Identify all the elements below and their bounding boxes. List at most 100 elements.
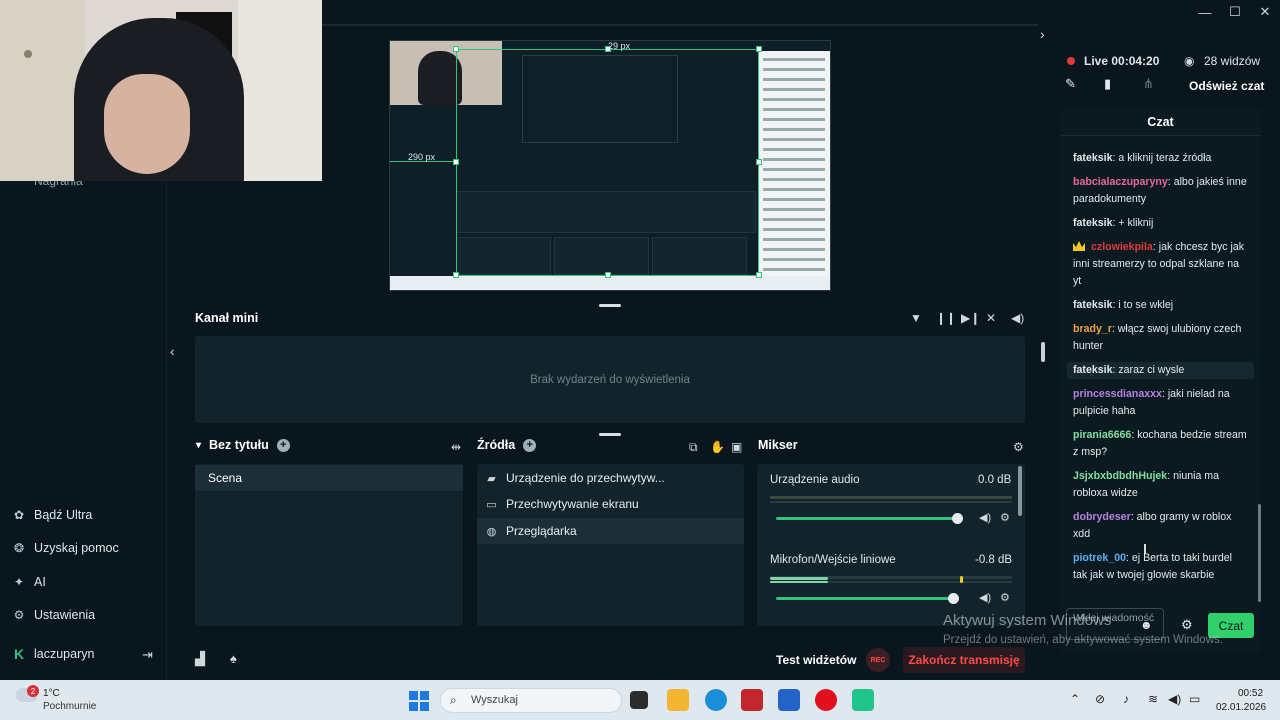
file-explorer-icon[interactable] (667, 689, 689, 711)
mute-alerts-icon[interactable]: ✕ (986, 311, 996, 325)
performance-icon[interactable]: ▟ (195, 651, 205, 667)
speaker-icon[interactable]: ◀) (979, 511, 991, 524)
sidebar-item-ai[interactable]: ✦ AI (12, 575, 46, 589)
chevron-right-icon[interactable]: › (1040, 26, 1045, 42)
clip-icon[interactable]: ▮ (1104, 76, 1111, 92)
source-item[interactable]: ◍ Przeglądarka (477, 518, 744, 544)
activation-watermark-title: Aktywuj system Windows (943, 612, 1112, 629)
chat-username[interactable]: princessdianaxxx (1073, 388, 1162, 400)
pause-icon[interactable]: ❙❙ (936, 311, 956, 325)
resize-handle[interactable] (453, 272, 459, 278)
opera-icon[interactable] (815, 689, 837, 711)
group-icon[interactable]: ✋ (710, 440, 725, 454)
add-source-icon[interactable]: + (523, 438, 537, 452)
chat-settings-icon[interactable]: ⚙ (1181, 617, 1193, 633)
stream-preview[interactable]: 29 px 290 px (389, 40, 831, 291)
volume-icon[interactable]: ◀) (1168, 692, 1181, 706)
speaker-icon[interactable]: ◀) (979, 591, 991, 604)
taskbar-search[interactable]: Wyszukaj (440, 688, 622, 713)
logout-icon[interactable]: ⇥ (142, 647, 153, 663)
resize-handle[interactable] (756, 272, 762, 278)
sidebar-item-ultra[interactable]: ✿ Bądź Ultra (12, 508, 92, 522)
scene-item[interactable]: Scena (195, 465, 463, 491)
mini-feed-title: Kanał mini (195, 311, 259, 325)
chevron-left-icon[interactable]: ‹ (170, 343, 175, 359)
share-icon[interactable]: ⋔ (1143, 76, 1154, 92)
emoji-icon[interactable]: ☻ (1140, 618, 1153, 632)
volume-slider-knob[interactable] (952, 513, 963, 524)
skip-icon[interactable]: ▶❙ (961, 311, 980, 325)
clock-date[interactable]: 02.01.2026 (1216, 702, 1266, 713)
microphone-icon[interactable]: ♪ (1123, 692, 1129, 706)
weather-temp[interactable]: 1°C (43, 688, 60, 699)
volume-slider-knob[interactable] (948, 593, 959, 604)
chat-message: pirania6666: kochana bedzie stream z msp… (1067, 427, 1254, 461)
chat-username[interactable]: fateksik (1073, 152, 1112, 164)
wifi-icon[interactable]: ≋ (1148, 692, 1158, 706)
source-item[interactable]: ▭ Przechwytywanie ekranu (477, 491, 744, 517)
weather-condition[interactable]: Pochmurnie (43, 701, 96, 712)
volume-slider-track[interactable] (776, 597, 954, 600)
resize-handle[interactable] (756, 46, 762, 52)
notifications-icon[interactable]: ♠ (230, 651, 237, 666)
sidebar-item-settings[interactable]: ⚙ Ustawienia (12, 608, 96, 622)
scene-collection-title[interactable]: Bez tytułu (209, 438, 269, 452)
chat-username[interactable]: piotrek_00 (1073, 552, 1126, 564)
volume-slider-track[interactable] (776, 517, 958, 520)
close-button[interactable]: ✕ (1250, 0, 1280, 24)
channel-settings-icon[interactable]: ⚙ (1000, 591, 1010, 604)
chat-username[interactable]: JsjxbxbdbdhHujek (1073, 470, 1167, 482)
clock-time[interactable]: 00:52 (1238, 688, 1263, 699)
mixer-header: Mikser (758, 438, 798, 452)
chat-username[interactable]: babcialaczuparyny (1073, 176, 1168, 188)
resize-handle[interactable] (756, 159, 762, 165)
webcam-face (104, 74, 190, 174)
store-icon[interactable] (778, 689, 800, 711)
mixer-scrollbar[interactable] (1018, 466, 1022, 516)
resize-handle[interactable] (453, 159, 459, 165)
chat-username[interactable]: czlowiekpila (1091, 241, 1153, 253)
mixer-settings-icon[interactable]: ⚙ (1013, 440, 1024, 454)
layout-icon[interactable]: ⧉ (689, 440, 698, 455)
chat-username[interactable]: dobrydeser (1073, 511, 1131, 523)
chat-username[interactable]: fateksik (1073, 299, 1112, 311)
end-stream-button[interactable]: Zakończ transmisję (903, 647, 1025, 673)
refresh-chat-button[interactable]: Odśwież czat (1189, 79, 1264, 93)
chat-username[interactable]: fateksik (1073, 217, 1112, 229)
scene-transition-icon[interactable]: ⇹ (451, 440, 461, 454)
resize-handle[interactable] (453, 46, 459, 52)
streamlabs-window: — ☐ ✕ Nagrania ✿ Bądź Ultra ❂ Uzyskaj po… (0, 0, 1280, 680)
minimize-button[interactable]: — (1190, 0, 1220, 24)
chat-username[interactable]: pirania6666 (1073, 429, 1131, 441)
chat-scrollbar[interactable] (1258, 504, 1261, 602)
preview-chat (758, 51, 830, 276)
record-button[interactable]: REC (866, 648, 890, 672)
edit-icon[interactable]: ✎ (1065, 76, 1076, 92)
tray-chevron-up-icon[interactable]: ⌃ (1070, 692, 1080, 706)
resize-handle[interactable] (605, 272, 611, 278)
volume-icon[interactable]: ◀) (1011, 311, 1024, 325)
task-view-icon[interactable] (630, 691, 648, 709)
add-scene-icon[interactable]: + (276, 438, 290, 452)
channel-settings-icon[interactable]: ⚙ (1000, 511, 1010, 524)
chevron-down-icon[interactable]: ▾ (196, 440, 201, 451)
maximize-button[interactable]: ☐ (1220, 0, 1250, 24)
chat-username[interactable]: fateksik (1073, 364, 1112, 376)
tray-app-icon[interactable]: ⊘ (1095, 692, 1105, 706)
source-item[interactable]: ▰ Urządzenie do przechwytyw... (477, 465, 744, 491)
mini-feed-scrollbar[interactable] (1041, 342, 1045, 362)
gear-icon: ⚙ (13, 608, 25, 622)
sidebar-item-help[interactable]: ❂ Uzyskaj pomoc (12, 541, 119, 555)
battery-icon[interactable]: ▭ (1189, 692, 1200, 706)
filter-icon[interactable]: ▼ (910, 311, 922, 325)
chat-username[interactable]: brady_r (1073, 323, 1112, 335)
edge-icon[interactable] (705, 689, 727, 711)
resize-handle-dock[interactable] (599, 433, 621, 436)
windows-start-icon[interactable] (409, 691, 429, 711)
streamlabs-icon[interactable] (852, 689, 874, 711)
folder-icon[interactable]: ▣ (731, 440, 742, 454)
mcafee-icon[interactable] (741, 689, 763, 711)
source-selection-box[interactable] (456, 49, 759, 276)
sidebar-user[interactable]: K laczuparyn (12, 646, 95, 662)
test-widgets-button[interactable]: Test widżetów (776, 653, 856, 667)
